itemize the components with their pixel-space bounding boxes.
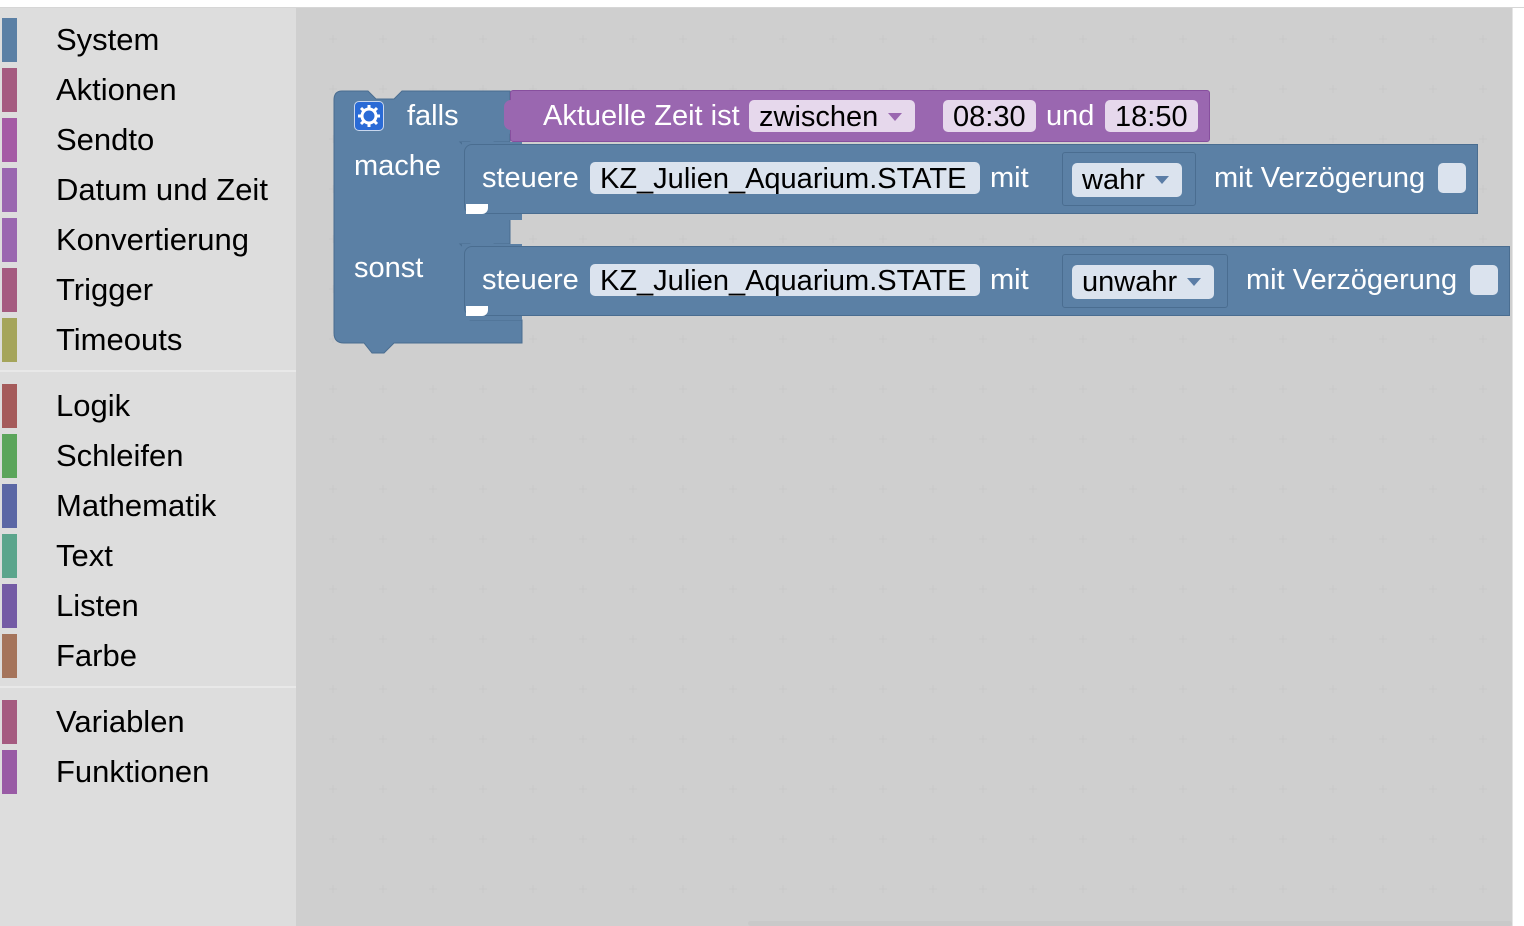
top-border bbox=[0, 0, 1524, 8]
category-color-swatch bbox=[2, 18, 17, 62]
time-operator-value: zwischen bbox=[759, 101, 879, 133]
object-id-field[interactable]: KZ_Julien_Aquarium.STATE bbox=[590, 264, 980, 297]
toolbox-group-1: System Aktionen Sendto Datum und Zeit Ko… bbox=[0, 12, 296, 362]
toolbox-category-label: Funktionen bbox=[56, 754, 210, 789]
category-color-swatch bbox=[2, 534, 17, 578]
toolbox-group-2: Logik Schleifen Mathematik Text Listen F… bbox=[0, 378, 296, 678]
time-operator-dropdown[interactable]: zwischen bbox=[749, 100, 915, 133]
toolbox-category-aktionen[interactable]: Aktionen bbox=[0, 62, 296, 112]
category-color-swatch bbox=[2, 700, 17, 744]
category-color-swatch bbox=[2, 218, 17, 262]
category-color-swatch bbox=[2, 584, 17, 628]
category-color-swatch bbox=[2, 118, 17, 162]
toolbox-separator bbox=[0, 686, 296, 688]
gear-icon[interactable] bbox=[354, 101, 384, 131]
workspace-canvas[interactable]: falls mache sonst Aktuelle Zeit ist zwis… bbox=[296, 8, 1512, 926]
category-color-swatch bbox=[2, 434, 17, 478]
delay-label: mit Verzögerung bbox=[1246, 264, 1458, 296]
end-time-value: 18:50 bbox=[1115, 101, 1188, 133]
toolbox-category-text[interactable]: Text bbox=[0, 528, 296, 578]
value-dropdown[interactable]: unwahr bbox=[1072, 265, 1214, 299]
time-block-connector bbox=[504, 100, 518, 130]
toolbox-category-label: Text bbox=[56, 538, 113, 573]
toolbox-category-system[interactable]: System bbox=[0, 12, 296, 62]
toolbox-category-sendto[interactable]: Sendto bbox=[0, 112, 296, 162]
toolbox-category-datum-und-zeit[interactable]: Datum und Zeit bbox=[0, 162, 296, 212]
delay-checkbox[interactable] bbox=[1438, 163, 1466, 193]
category-color-swatch bbox=[2, 168, 17, 212]
statement-notch bbox=[466, 306, 488, 316]
statement-notch bbox=[466, 204, 488, 214]
object-id-value: KZ_Julien_Aquarium.STATE bbox=[600, 265, 967, 297]
chevron-down-icon bbox=[1154, 175, 1169, 184]
category-color-swatch bbox=[2, 634, 17, 678]
category-color-swatch bbox=[2, 68, 17, 112]
category-color-swatch bbox=[2, 384, 17, 428]
toolbox-category-funktionen[interactable]: Funktionen bbox=[0, 744, 296, 794]
toolbox-category-farbe[interactable]: Farbe bbox=[0, 628, 296, 678]
toolbox-category-variablen[interactable]: Variablen bbox=[0, 694, 296, 744]
else-label: sonst bbox=[354, 252, 424, 284]
horizontal-scrollbar[interactable] bbox=[748, 921, 1512, 926]
control-label: steuere bbox=[482, 264, 579, 296]
do-label: mache bbox=[354, 150, 442, 182]
toolbox-category-label: Konvertierung bbox=[56, 222, 250, 257]
object-id-field[interactable]: KZ_Julien_Aquarium.STATE bbox=[590, 162, 980, 195]
if-label: falls bbox=[407, 100, 459, 132]
toolbox-category-label: Sendto bbox=[56, 122, 155, 157]
value-dropdown-value: wahr bbox=[1082, 164, 1145, 196]
toolbox-separator bbox=[0, 370, 296, 372]
chevron-down-icon bbox=[888, 112, 903, 121]
with-label: mit bbox=[990, 162, 1029, 194]
toolbox-category-mathematik[interactable]: Mathematik bbox=[0, 478, 296, 528]
control-label: steuere bbox=[482, 162, 579, 194]
toolbox-category-label: Listen bbox=[56, 588, 139, 623]
toolbox: System Aktionen Sendto Datum und Zeit Ko… bbox=[0, 8, 296, 926]
value-dropdown[interactable]: wahr bbox=[1072, 163, 1182, 197]
vertical-scrollbar-track[interactable] bbox=[1512, 8, 1524, 926]
delay-label: mit Verzögerung bbox=[1214, 162, 1426, 194]
toolbox-category-label: System bbox=[56, 22, 160, 57]
toolbox-category-listen[interactable]: Listen bbox=[0, 578, 296, 628]
toolbox-category-label: Mathematik bbox=[56, 488, 217, 523]
toolbox-category-timeouts[interactable]: Timeouts bbox=[0, 312, 296, 362]
toolbox-group-3: Variablen Funktionen bbox=[0, 694, 296, 794]
toolbox-category-label: Schleifen bbox=[56, 438, 184, 473]
toolbox-category-label: Farbe bbox=[56, 638, 137, 673]
toolbox-category-label: Aktionen bbox=[56, 72, 177, 107]
category-color-swatch bbox=[2, 750, 17, 794]
toolbox-category-trigger[interactable]: Trigger bbox=[0, 262, 296, 312]
end-time-field[interactable]: 18:50 bbox=[1105, 100, 1198, 133]
toolbox-category-label: Timeouts bbox=[56, 322, 183, 357]
category-color-swatch bbox=[2, 484, 17, 528]
toolbox-category-label: Trigger bbox=[56, 272, 154, 307]
category-color-swatch bbox=[2, 318, 17, 362]
start-time-field[interactable]: 08:30 bbox=[943, 100, 1036, 133]
toolbox-category-konvertierung[interactable]: Konvertierung bbox=[0, 212, 296, 262]
category-color-swatch bbox=[2, 268, 17, 312]
object-id-value: KZ_Julien_Aquarium.STATE bbox=[600, 163, 967, 195]
with-label: mit bbox=[990, 264, 1029, 296]
and-label: und bbox=[1046, 100, 1095, 132]
toolbox-category-label: Logik bbox=[56, 388, 131, 423]
toolbox-category-label: Variablen bbox=[56, 704, 185, 739]
delay-checkbox[interactable] bbox=[1470, 265, 1498, 295]
chevron-down-icon bbox=[1187, 277, 1202, 286]
start-time-value: 08:30 bbox=[953, 101, 1026, 133]
toolbox-category-logik[interactable]: Logik bbox=[0, 378, 296, 428]
value-dropdown-value: unwahr bbox=[1082, 266, 1178, 298]
time-block-prefix: Aktuelle Zeit ist bbox=[543, 100, 740, 132]
toolbox-category-label: Datum und Zeit bbox=[56, 172, 268, 207]
toolbox-category-schleifen[interactable]: Schleifen bbox=[0, 428, 296, 478]
blockly-editor: System Aktionen Sendto Datum und Zeit Ko… bbox=[0, 0, 1524, 926]
